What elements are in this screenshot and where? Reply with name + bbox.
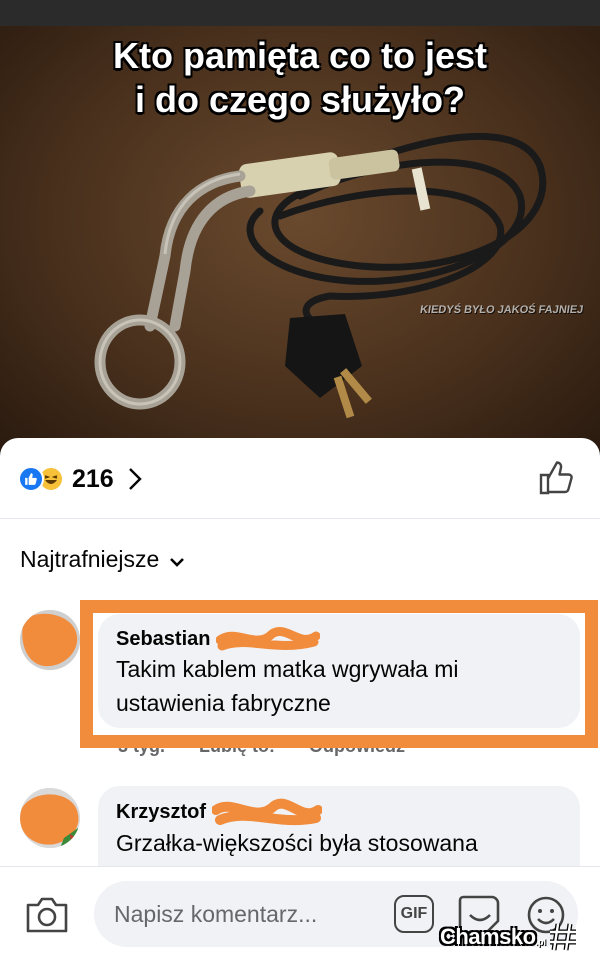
reaction-count: 216 xyxy=(72,464,114,493)
chevron-down-icon xyxy=(169,546,185,573)
post-image[interactable]: Kto pamięta co to jest i do czego służył… xyxy=(0,26,600,450)
chevron-right-icon[interactable] xyxy=(128,467,142,491)
avatar[interactable] xyxy=(20,610,80,670)
highlight-frame xyxy=(80,600,598,748)
status-strip xyxy=(0,0,600,26)
hash-icon xyxy=(550,923,577,951)
logo-text: Chamsko xyxy=(440,924,536,949)
site-logo: Chamsko .pl xyxy=(440,914,600,960)
thumbs-up-icon[interactable] xyxy=(536,458,576,498)
camera-icon[interactable] xyxy=(24,895,70,935)
gif-icon[interactable]: GIF xyxy=(394,895,434,933)
like-reaction-icon xyxy=(18,466,44,492)
reactions-summary[interactable]: 216 xyxy=(18,462,142,496)
comment-text-line1: Grzałka-większości była stosowana xyxy=(116,830,478,856)
sort-dropdown[interactable]: Najtrafniejsze xyxy=(20,546,185,573)
redaction-scribble xyxy=(212,798,323,826)
comments-sheet: 216 Najtrafniejsze Sebastian Takim kable… xyxy=(0,438,600,964)
logo-suffix: .pl xyxy=(535,937,547,947)
avatar[interactable] xyxy=(20,788,80,848)
image-caption-line2: i do czego służyło? xyxy=(134,79,466,120)
divider xyxy=(0,518,600,519)
comment-author-name: Krzysztof xyxy=(116,801,207,823)
image-watermark: KIEDYŚ BYŁO JAKOŚ FAJNIEJ xyxy=(419,304,585,316)
sort-label: Najtrafniejsze xyxy=(20,546,160,572)
image-caption-line1: Kto pamięta co to jest xyxy=(112,35,488,76)
comment-author[interactable]: Krzysztof xyxy=(116,798,562,826)
